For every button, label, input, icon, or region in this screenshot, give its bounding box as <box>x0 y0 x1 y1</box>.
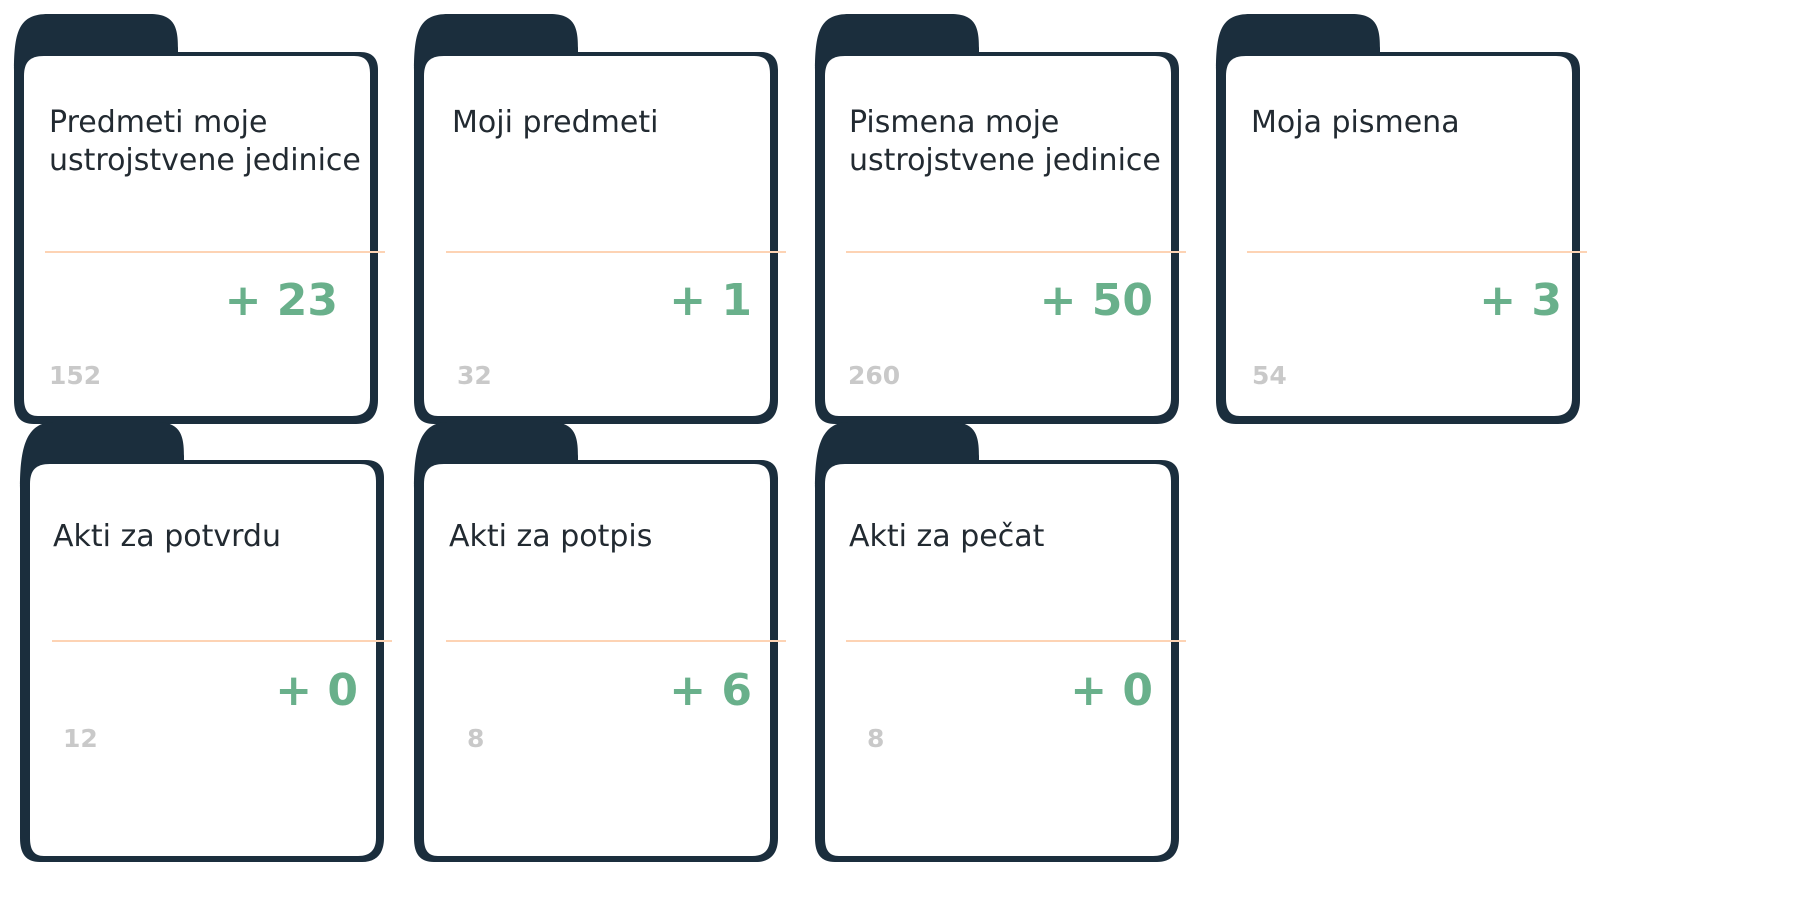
folder-card-total-count: 32 <box>457 361 492 390</box>
folder-card-new-count: + 0 <box>275 665 358 716</box>
folder-card-new-count: + 1 <box>669 275 752 326</box>
folder-card-divider <box>45 251 385 253</box>
folder-card-title: Akti za potpis <box>449 519 653 554</box>
folder-card-title: Akti za pečat <box>849 519 1045 554</box>
folder-card-pismena-moje-ustrojstvene-jedinice[interactable]: Pismena moje ustrojstvene jedinice + 50 … <box>801 0 1221 432</box>
folder-card-total-count: 54 <box>1252 361 1287 390</box>
folder-card-title: Pismena moje ustrojstvene jedinice <box>849 105 1161 178</box>
folder-shape <box>20 422 384 862</box>
folder-card-divider <box>846 640 1186 642</box>
folder-card-new-count: + 50 <box>1039 275 1153 326</box>
folder-card-predmeti-moje-ustrojstvene-jedinice[interactable]: Predmeti moje ustrojstvene jedinice + 23… <box>0 0 420 432</box>
folder-shape <box>815 422 1179 862</box>
folder-card-total-count: 260 <box>848 361 901 390</box>
folder-card-akti-za-potpis[interactable]: Akti za potpis + 6 8 <box>400 418 820 862</box>
folder-card-akti-za-potvrdu[interactable]: Akti za potvrdu + 0 12 <box>0 418 420 862</box>
folder-card-total-count: 152 <box>49 361 102 390</box>
folder-card-total-count: 8 <box>467 724 485 753</box>
folder-card-grid: Predmeti moje ustrojstvene jedinice + 23… <box>0 0 1806 901</box>
folder-card-divider <box>446 251 786 253</box>
folder-card-divider <box>446 640 786 642</box>
folder-card-total-count: 12 <box>63 724 98 753</box>
folder-card-divider <box>846 251 1186 253</box>
folder-card-new-count: + 0 <box>1070 665 1153 716</box>
folder-card-total-count: 8 <box>867 724 885 753</box>
folder-card-title: Moja pismena <box>1251 105 1460 140</box>
folder-card-moja-pismena[interactable]: Moja pismena + 3 54 <box>1202 0 1622 432</box>
folder-card-new-count: + 3 <box>1479 275 1562 326</box>
folder-shape <box>414 422 778 862</box>
folder-card-new-count: + 6 <box>669 665 752 716</box>
folder-card-moji-predmeti[interactable]: Moji predmeti + 1 32 <box>400 0 820 432</box>
folder-card-new-count: + 23 <box>224 275 338 326</box>
folder-card-akti-za-pecat[interactable]: Akti za pečat + 0 8 <box>801 418 1221 862</box>
folder-card-divider <box>52 640 392 642</box>
folder-card-divider <box>1247 251 1587 253</box>
folder-card-title: Moji predmeti <box>452 105 659 140</box>
folder-card-title: Akti za potvrdu <box>53 519 281 554</box>
folder-card-title: Predmeti moje ustrojstvene jedinice <box>49 105 361 178</box>
